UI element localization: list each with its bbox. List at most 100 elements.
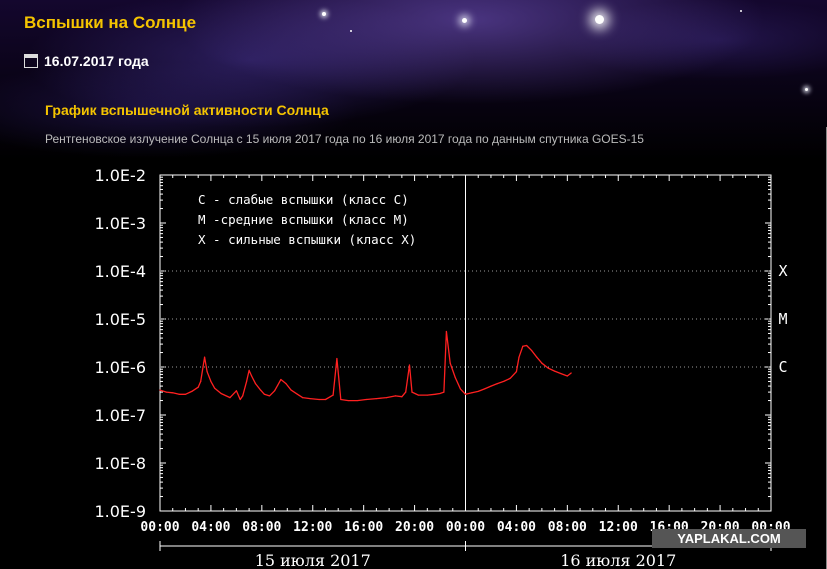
xray-flux-data-point (541, 362, 543, 364)
xray-flux-data-point (309, 397, 311, 400)
xray-flux-data-point (536, 356, 538, 358)
y-tick-label: 1.0E-5 (94, 310, 146, 329)
x-tick-label: 00:00 (446, 520, 485, 535)
x-tick-label: 16:00 (344, 520, 383, 535)
xray-flux-chart: 1.0E-9 1.0E-8 1.0E-7 1.0E-6 1.0E-5 1.0E-4 1.0E… (94, 166, 790, 569)
xray-flux-data-point (449, 362, 451, 364)
legend-entry: X - сильные вспышки (класс X) (198, 232, 416, 247)
xray-flux-data-point (547, 367, 549, 369)
xray-flux-data-point (439, 392, 441, 395)
xray-flux-data-point (336, 357, 338, 360)
x-tick-label: 12:00 (599, 520, 638, 535)
x-tick-label: 20:00 (395, 520, 434, 535)
watermark: YAPLAKAL.COM (652, 529, 806, 548)
xray-flux-data-point (515, 371, 518, 373)
xray-flux-data-point (259, 389, 262, 391)
xray-flux-data-point (471, 392, 473, 394)
xray-flux-data-point (210, 380, 212, 383)
xray-flux-data-point (503, 380, 505, 383)
xray-flux-data-point (417, 394, 420, 396)
x-tick-label: 04:00 (497, 520, 536, 535)
xray-flux-data-point (464, 393, 467, 395)
xray-flux-data-point (445, 330, 448, 333)
xray-flux-data-point (200, 380, 202, 383)
y-tick-label: 1.0E-2 (94, 166, 146, 185)
x-tick-label: 08:00 (548, 520, 587, 535)
xray-flux-data-point (206, 371, 208, 373)
xray-flux-data-point (509, 377, 511, 379)
x-tick-label: 00:00 (140, 520, 179, 535)
xray-flux-data-point (172, 392, 174, 394)
xray-flux-data-point (268, 395, 271, 397)
xray-flux-data-point (301, 397, 304, 399)
xray-flux-data-point (522, 345, 524, 347)
xray-flux-data-point (490, 385, 492, 387)
xray-flux-data-point (239, 398, 241, 401)
xray-flux-data-point (178, 393, 180, 395)
xray-flux-data-point (443, 391, 445, 393)
xray-flux-data-point (324, 398, 327, 401)
xray-flux-data-point (197, 386, 199, 388)
xray-flux-data-point (229, 397, 231, 399)
xray-flux-data-point (191, 390, 193, 393)
xray-flux-data-point (296, 393, 299, 395)
xray-flux-data-point (570, 372, 572, 374)
xray-flux-data-point (496, 383, 498, 385)
xray-flux-data-point (483, 388, 486, 390)
xray-flux-data-point (365, 398, 367, 401)
xray-flux-data-point (405, 391, 407, 393)
day-label: 16 июля 2017 (560, 551, 676, 569)
flare-class-label: C (778, 358, 787, 376)
xray-flux-data-point (332, 394, 334, 396)
xray-flux-data-point (242, 395, 244, 397)
xray-flux-data-point (560, 372, 562, 375)
xray-flux-data-point (273, 390, 276, 392)
x-tick-label: 08:00 (242, 520, 281, 535)
xray-flux-data-point (454, 377, 456, 379)
xray-flux-data-point (340, 398, 342, 401)
xray-flux-series-line (159, 330, 572, 402)
xray-flux-data-point (165, 391, 167, 393)
y-tick-label: 1.0E-9 (94, 502, 146, 521)
xray-flux-data-point (290, 389, 292, 391)
legend-entry: C - слабые вспышки (класс C) (198, 192, 409, 207)
x-tick-label: 12:00 (293, 520, 332, 535)
y-tick-label: 1.0E-8 (94, 454, 146, 473)
xray-flux-data-point (235, 390, 237, 392)
xray-flux-data-point (426, 394, 428, 396)
xray-flux-data-point (385, 397, 388, 399)
xray-flux-data-point (518, 356, 520, 358)
flare-class-label: M (778, 310, 787, 328)
y-tick-label: 1.0E-6 (94, 358, 146, 377)
xray-flux-data-point (356, 399, 358, 402)
legend-entry: M -средние вспышки (класс M) (198, 212, 409, 227)
xray-flux-data-point (531, 349, 533, 352)
day-label: 15 июля 2017 (255, 551, 371, 569)
y-tick-label: 1.0E-7 (94, 406, 146, 425)
x-tick-label: 04:00 (191, 520, 230, 535)
xray-flux-data-point (347, 399, 349, 402)
xray-flux-data-point (285, 383, 287, 385)
y-tick-label: 1.0E-4 (94, 262, 146, 281)
xray-flux-data-point (408, 364, 411, 366)
xray-flux-data-point (554, 370, 556, 372)
xray-flux-data-point (254, 383, 257, 385)
xray-flux-data-point (566, 375, 568, 377)
xray-flux-data-point (159, 389, 161, 391)
y-tick-label: 1.0E-3 (94, 214, 146, 233)
xray-flux-data-point (401, 396, 403, 398)
xray-flux-data-point (477, 390, 479, 393)
xray-flux-data-point (459, 388, 462, 390)
xray-flux-data-point (184, 393, 187, 395)
xray-flux-data-point (263, 393, 265, 395)
xray-flux-data-point (375, 397, 377, 400)
xray-flux-data-point (203, 356, 206, 358)
xray-flux-data-point (251, 375, 253, 377)
flare-class-label: X (778, 262, 787, 280)
xray-flux-data-point (280, 378, 282, 381)
xray-flux-data-point (220, 392, 222, 395)
xray-flux-data-point (434, 393, 436, 395)
xray-flux-data-point (526, 344, 528, 347)
xray-flux-data-point (394, 395, 397, 397)
xray-flux-data-point (318, 398, 320, 401)
